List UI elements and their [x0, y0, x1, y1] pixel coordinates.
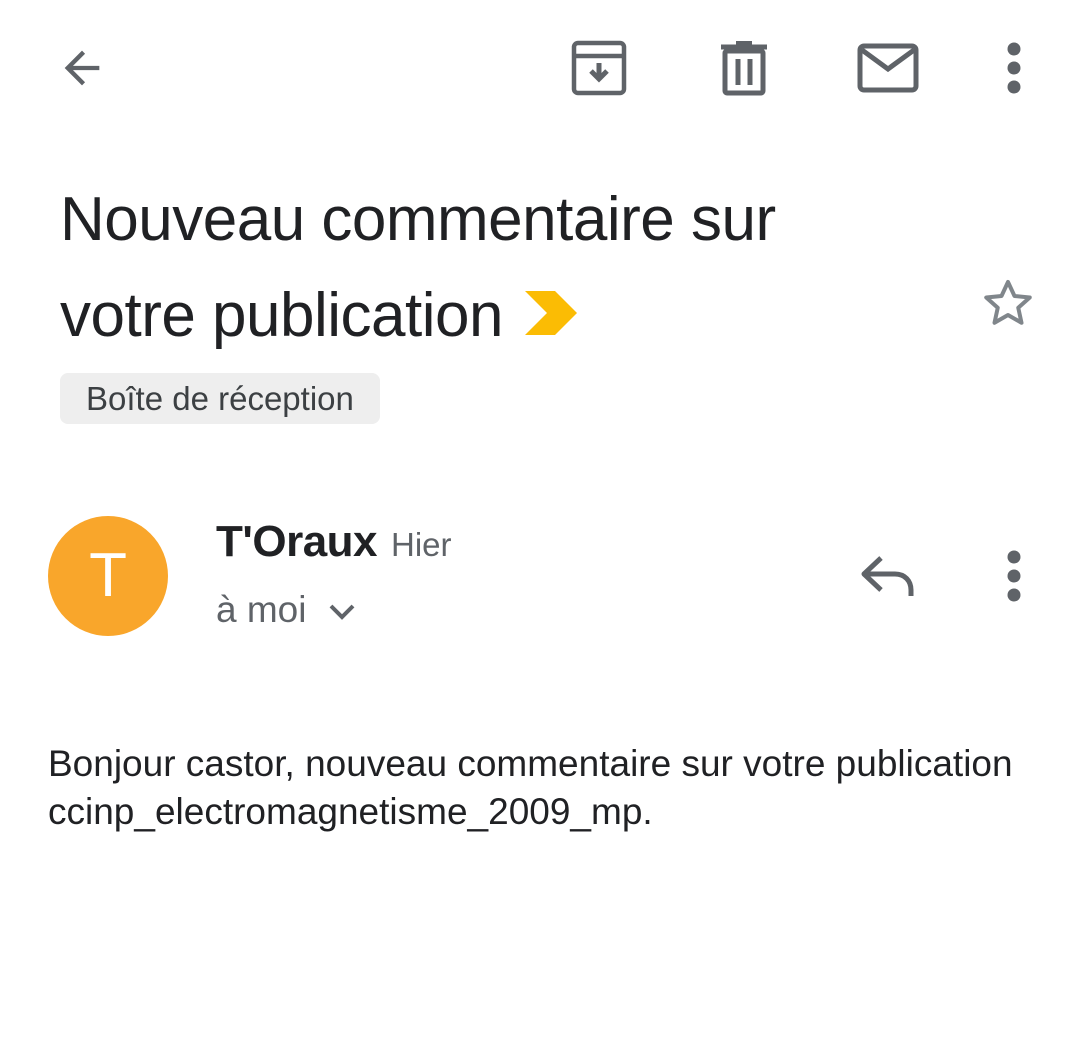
- email-subject: Nouveau commentaire sur votre publicatio…: [60, 172, 920, 364]
- star-outline-icon: [984, 280, 1032, 325]
- delete-button[interactable]: [712, 36, 776, 100]
- arrow-back-icon: [64, 50, 100, 86]
- email-body: Bonjour castor, nouveau commentaire sur …: [48, 743, 1013, 832]
- reply-icon: [861, 556, 914, 596]
- mail-icon: [857, 43, 919, 93]
- sender-name: T'Oraux: [216, 517, 378, 566]
- avatar[interactable]: T: [48, 516, 168, 636]
- email-date: Hier: [391, 526, 452, 563]
- delete-icon: [721, 41, 767, 96]
- message-more-options-button[interactable]: [990, 544, 1038, 608]
- reply-button[interactable]: [852, 544, 924, 608]
- star-button[interactable]: [972, 272, 1044, 336]
- archive-button[interactable]: [566, 36, 632, 100]
- subject-text: Nouveau commentaire sur votre publicatio…: [60, 185, 776, 350]
- more-options-button[interactable]: [990, 36, 1038, 100]
- recipients-text: à moi: [216, 589, 307, 630]
- inbox-label-chip[interactable]: Boîte de réception: [60, 373, 380, 424]
- mark-unread-button[interactable]: [852, 36, 924, 100]
- recipients-toggle[interactable]: à moi: [216, 584, 356, 636]
- chevron-down-icon: [330, 604, 355, 620]
- more-vert-icon: [1007, 550, 1021, 602]
- more-vert-icon: [1007, 42, 1021, 94]
- back-button[interactable]: [50, 36, 114, 100]
- sender-line: T'Oraux Hier: [216, 512, 452, 572]
- archive-icon: [571, 40, 627, 96]
- importance-marker-icon[interactable]: [525, 267, 577, 363]
